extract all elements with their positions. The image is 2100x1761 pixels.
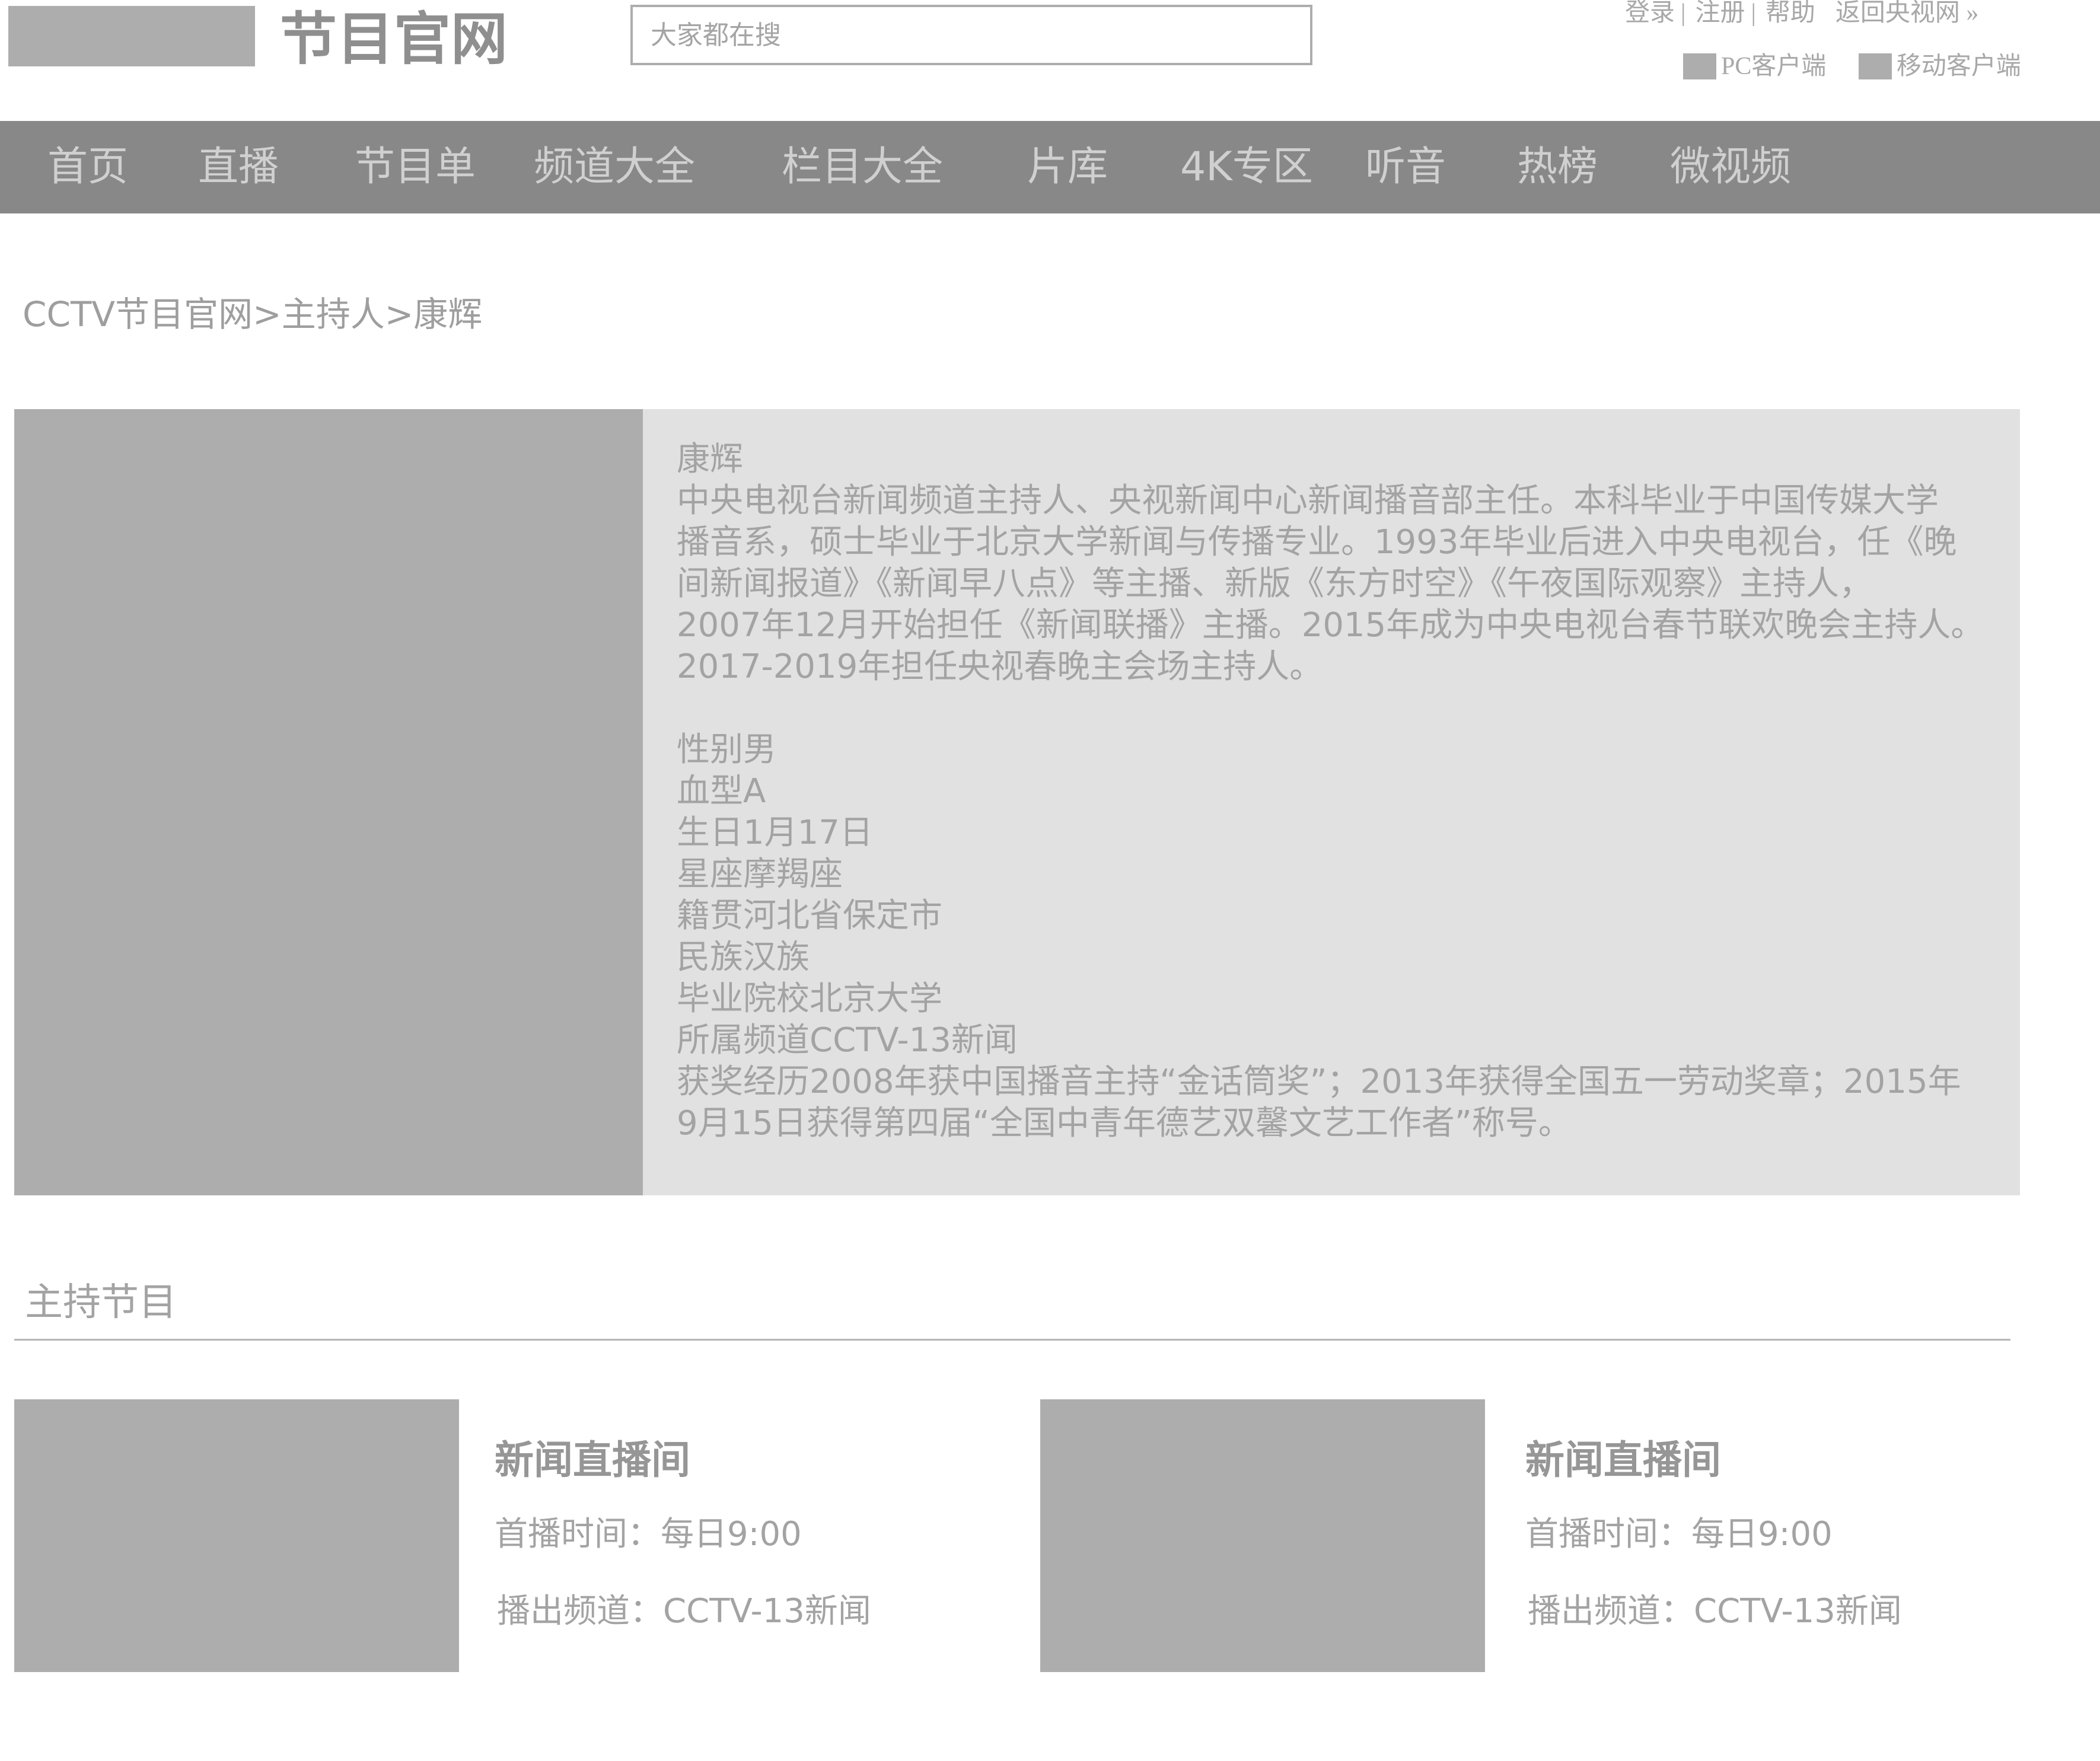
program-channel: 播出频道：CCTV-13新闻 (1528, 1592, 1902, 1631)
client-links: PC客户端 移动客户端 (1683, 49, 2021, 84)
host-bio-line: 间新闻报道》《新闻早八点》等主播、新版《东方时空》《午夜国际观察》主持人， (677, 564, 1872, 603)
host-fact-zodiac: 星座摩羯座 (677, 855, 843, 894)
program-thumbnail[interactable] (14, 1399, 459, 1672)
pc-client-icon (1683, 53, 1716, 79)
breadcrumb[interactable]: CCTV节目官网>主持人>康辉 (23, 291, 482, 338)
mobile-client-label: 移动客户端 (1896, 53, 2021, 80)
host-fact-ethnicity: 民族汉族 (677, 938, 810, 977)
host-info-panel: 康辉 中央电视台新闻频道主持人、央视新闻中心新闻播音部主任。本科毕业于中国传媒大… (643, 409, 2020, 1195)
program-thumbnail[interactable] (1040, 1399, 1485, 1672)
nav-item-hot-list[interactable]: 热榜 (1517, 121, 1598, 213)
section-divider (14, 1339, 2010, 1341)
host-bio-line: 2007年12月开始担任《新闻联播》主播。2015年成为中央电视台春节联欢晚会主… (677, 606, 1984, 645)
main-nav: 首页 直播 节目单 频道大全 栏目大全 片库 4K专区 听音 热榜 微视频 (0, 121, 2100, 213)
register-link[interactable]: 注册 (1695, 0, 1745, 31)
nav-item-channels[interactable]: 频道大全 (534, 121, 695, 213)
top-link-separator: | (1681, 0, 1686, 27)
mobile-client-link[interactable]: 移动客户端 (1858, 49, 2021, 84)
host-fact-blood-type: 血型A (677, 772, 766, 811)
top-link-separator: | (1751, 0, 1756, 27)
pc-client-label: PC客户端 (1721, 53, 1827, 80)
host-fact-awards-cont: 9月15日获得第四届“全国中青年德艺双馨文艺工作者”称号。 (677, 1104, 1572, 1143)
host-bio-line: 播音系，硕士毕业于北京大学新闻与传播专业。1993年毕业后进入中央电视台，任《晚 (677, 523, 1957, 562)
search-input[interactable] (651, 15, 1291, 55)
host-bio-line: 中央电视台新闻频道主持人、央视新闻中心新闻播音部主任。本科毕业于中国传媒大学 (677, 481, 1939, 520)
section-title-hosted-programs: 主持节目 (25, 1281, 177, 1325)
nav-item-columns[interactable]: 栏目大全 (782, 121, 943, 213)
host-fact-gender: 性别男 (677, 730, 776, 769)
host-fact-awards: 获奖经历2008年获中国播音主持“金话筒奖”；2013年获得全国五一劳动奖章；2… (677, 1063, 1961, 1101)
host-fact-channel: 所属频道CCTV-13新闻 (677, 1021, 1018, 1060)
nav-item-audio[interactable]: 听音 (1365, 121, 1446, 213)
search-box[interactable] (630, 5, 1312, 65)
program-channel: 播出频道：CCTV-13新闻 (497, 1592, 871, 1631)
host-fact-school: 毕业院校北京大学 (677, 980, 942, 1018)
host-fact-hometown: 籍贯河北省保定市 (677, 897, 942, 935)
nav-item-4k[interactable]: 4K专区 (1180, 121, 1313, 213)
mobile-client-icon (1858, 53, 1892, 79)
program-title[interactable]: 新闻直播间 (495, 1434, 690, 1487)
nav-item-home[interactable]: 首页 (47, 121, 128, 213)
program-title[interactable]: 新闻直播间 (1525, 1434, 1721, 1487)
host-bio-line: 2017-2019年担任央视春晚主会场主持人。 (677, 647, 1323, 686)
help-link[interactable]: 帮助 (1766, 0, 1815, 31)
pc-client-link[interactable]: PC客户端 (1683, 49, 1826, 84)
host-fact-birthday: 生日1月17日 (677, 813, 873, 852)
site-title[interactable]: 节目官网 (280, 4, 508, 75)
logo-image[interactable] (8, 6, 255, 66)
top-links: 登录 | 注册 | 帮助 返回央视网 » (1625, 0, 1978, 31)
program-air-time: 首播时间：每日9:00 (1525, 1515, 1833, 1553)
nav-item-micro-video[interactable]: 微视频 (1670, 121, 1791, 213)
host-info-text: 康辉 中央电视台新闻频道主持人、央视新闻中心新闻播音部主任。本科毕业于中国传媒大… (677, 439, 1999, 1144)
host-name: 康辉 (677, 440, 743, 478)
back-to-cntv-link[interactable]: 返回央视网 » (1835, 0, 1979, 31)
nav-item-film-library[interactable]: 片库 (1027, 121, 1108, 213)
login-link[interactable]: 登录 (1625, 0, 1675, 31)
nav-item-schedule[interactable]: 节目单 (355, 121, 476, 213)
program-air-time: 首播时间：每日9:00 (495, 1515, 802, 1553)
host-photo (14, 409, 643, 1195)
nav-item-live[interactable]: 直播 (198, 121, 279, 213)
